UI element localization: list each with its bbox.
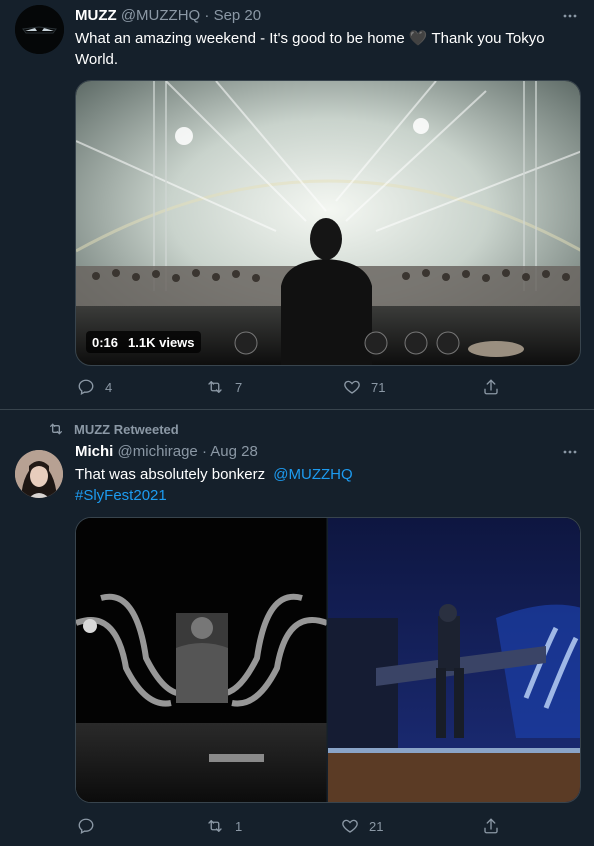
share-button[interactable]	[482, 817, 500, 835]
share-button[interactable]	[482, 378, 500, 396]
retweet-icon	[208, 381, 222, 393]
tweet-header: Michi @michirage · Aug 28	[75, 442, 258, 462]
user-handle[interactable]: @MUZZHQ	[121, 7, 200, 24]
more-options-icon[interactable]	[560, 442, 580, 462]
tweet-date[interactable]: Aug 28	[210, 443, 258, 460]
tweet-2[interactable]: MUZZ Retweeted Michi @michirage · Aug 28…	[0, 411, 594, 846]
tweet-actions: 1 21	[75, 817, 505, 837]
like-count: 71	[371, 379, 386, 395]
tweet-1[interactable]: MUZZ @MUZZHQ · Sep 20 What an amazing we…	[0, 0, 594, 410]
user-handle[interactable]: @michirage	[118, 443, 198, 460]
like-button[interactable]: 71	[343, 378, 385, 396]
heart-icon	[342, 819, 358, 833]
more-options-icon[interactable]	[560, 6, 580, 26]
reply-icon	[78, 818, 94, 834]
avatar[interactable]	[15, 5, 64, 54]
reply-icon	[78, 379, 94, 395]
video-thumbnail	[76, 81, 580, 365]
tweet-text: What an amazing weekend - It's good to b…	[75, 30, 545, 68]
tweet-actions: 4 7 71	[75, 378, 505, 398]
reply-button[interactable]: 4	[77, 378, 112, 396]
tweet-images	[75, 517, 581, 803]
tweet-body: That was absolutely bonkerz	[75, 466, 266, 483]
like-button[interactable]: 21	[341, 817, 383, 835]
hashtag-link[interactable]: #SlyFest2021	[75, 487, 167, 504]
separator: ·	[201, 443, 207, 460]
tweet-video[interactable]: 0:16 1.1K views	[75, 80, 581, 366]
heart-icon	[344, 380, 360, 394]
tweet-date[interactable]: Sep 20	[214, 7, 262, 24]
retweet-count: 7	[235, 379, 243, 395]
retweet-context: MUZZ Retweeted	[48, 421, 179, 437]
share-icon	[484, 818, 498, 834]
avatar[interactable]	[15, 450, 63, 498]
tweet-header: MUZZ @MUZZHQ · Sep 20	[75, 6, 261, 26]
retweet-icon	[50, 423, 62, 435]
video-badge: 0:16 1.1K views	[86, 331, 201, 353]
display-name[interactable]: MUZZ	[75, 7, 117, 24]
like-count: 21	[369, 818, 384, 834]
image-1	[76, 518, 329, 802]
tweet-text: That was absolutely bonkerz @MUZZHQ #Sly…	[75, 464, 575, 506]
share-icon	[484, 379, 498, 395]
retweet-button[interactable]: 7	[205, 378, 242, 396]
retweet-button[interactable]: 1	[205, 817, 242, 835]
image-2	[328, 518, 580, 802]
retweet-count: 1	[235, 818, 243, 834]
mention-link[interactable]: @MUZZHQ	[273, 466, 352, 483]
separator: ·	[204, 7, 210, 24]
video-duration: 0:16	[92, 334, 119, 350]
retweet-icon	[208, 820, 222, 832]
reply-count: 4	[105, 379, 113, 395]
video-views: 1.1K views	[128, 334, 195, 350]
retweeted-by-label[interactable]: MUZZ Retweeted	[74, 422, 179, 437]
reply-button[interactable]	[77, 817, 105, 835]
display-name[interactable]: Michi	[75, 443, 113, 460]
image-grid	[76, 518, 580, 802]
